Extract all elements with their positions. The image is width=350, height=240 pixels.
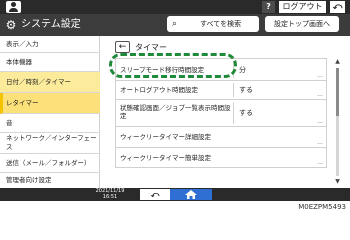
settings-row-value: する — [239, 109, 253, 117]
device-screen: ? ログアウト ⤺ ⚙ システム設定 ⌕ すべてを検索 設定トップ画面へ 表示／… — [0, 0, 350, 201]
bottom-bar: 2021/11/19 16:51 ⤺ — [0, 188, 350, 201]
sidebar-item-sound[interactable]: 音 — [0, 114, 100, 133]
settings-row-auto-logout[interactable]: オートログアウト時間設定 する ... — [115, 80, 327, 99]
more-icon: ... — [317, 91, 323, 98]
row-divider — [233, 83, 234, 97]
return-button[interactable]: ⤺ — [330, 1, 345, 13]
search-all-label: すべてを検索 — [200, 20, 242, 28]
scrollbar-thumb[interactable] — [336, 68, 339, 116]
settings-row-weekly-timer-simple[interactable]: ウィークリータイマー簡単設定 ... — [115, 147, 327, 168]
settings-row-label: ウィークリータイマー詳細設定 — [120, 133, 211, 141]
datetime-display: 2021/11/19 16:51 — [90, 188, 130, 200]
sidebar-item-date-time-timer[interactable]: 日付／時刻／タイマー — [0, 72, 100, 93]
home-button[interactable] — [170, 189, 212, 200]
breadcrumb: ← タイマー — [115, 40, 167, 54]
highlight-annotation — [109, 53, 237, 78]
logout-button[interactable]: ログアウト — [279, 1, 326, 13]
nav-back-button[interactable]: ⤺ — [140, 189, 170, 200]
scroll-down-button[interactable]: ▼ — [333, 178, 342, 185]
sidebar-item-machine[interactable]: 本体機器 — [0, 53, 100, 72]
user-icon[interactable] — [6, 1, 21, 13]
settings-row-label: オートログアウト時間設定 — [120, 86, 198, 94]
sidebar-item-admin[interactable]: 管理者向け設定 — [0, 173, 100, 188]
sidebar: 表示／入力 本体機器 日付／時刻／タイマー レタイマー 音 ネットワーク／インタ… — [0, 36, 100, 188]
settings-top-button[interactable]: 設定トップ画面へ — [265, 16, 339, 32]
breadcrumb-title: タイマー — [135, 42, 167, 52]
more-icon: ... — [317, 118, 323, 125]
scroll-up-button[interactable]: ▲ — [333, 58, 342, 65]
settings-row-label: 状態確認画面／ジョブ一覧表示時間設定 — [120, 104, 231, 120]
sidebar-item-timer[interactable]: レタイマー — [0, 93, 100, 114]
settings-row-value: する — [239, 86, 253, 94]
figure-code: M0EZPM5493 — [298, 203, 346, 211]
more-icon: ... — [317, 159, 323, 166]
search-icon: ⌕ — [172, 19, 178, 29]
time-text: 16:51 — [102, 193, 118, 200]
home-icon — [185, 190, 197, 199]
sidebar-item-display-input[interactable]: 表示／入力 — [0, 36, 100, 53]
search-all-button[interactable]: ⌕ すべてを検索 — [167, 16, 259, 32]
sidebar-item-network[interactable]: ネットワーク／インターフェース — [0, 133, 100, 154]
page-title: システム設定 — [21, 19, 81, 30]
help-button[interactable]: ? — [262, 1, 275, 13]
breadcrumb-back-button[interactable]: ← — [115, 41, 130, 53]
more-icon: ... — [317, 139, 323, 146]
settings-row-status-display[interactable]: 状態確認画面／ジョブ一覧表示時間設定 する ... — [115, 99, 327, 126]
more-icon: ... — [317, 72, 323, 79]
gear-icon: ⚙ — [5, 18, 17, 32]
settings-row-value: 分 — [239, 66, 246, 74]
row-divider — [233, 102, 234, 124]
settings-row-label: ウィークリータイマー簡単設定 — [120, 154, 211, 162]
sidebar-item-send[interactable]: 送信（メール／フォルダー） — [0, 154, 100, 173]
status-bar: ? ログアウト ⤺ — [0, 0, 350, 14]
settings-row-weekly-timer-detail[interactable]: ウィークリータイマー詳細設定 ... — [115, 126, 327, 147]
